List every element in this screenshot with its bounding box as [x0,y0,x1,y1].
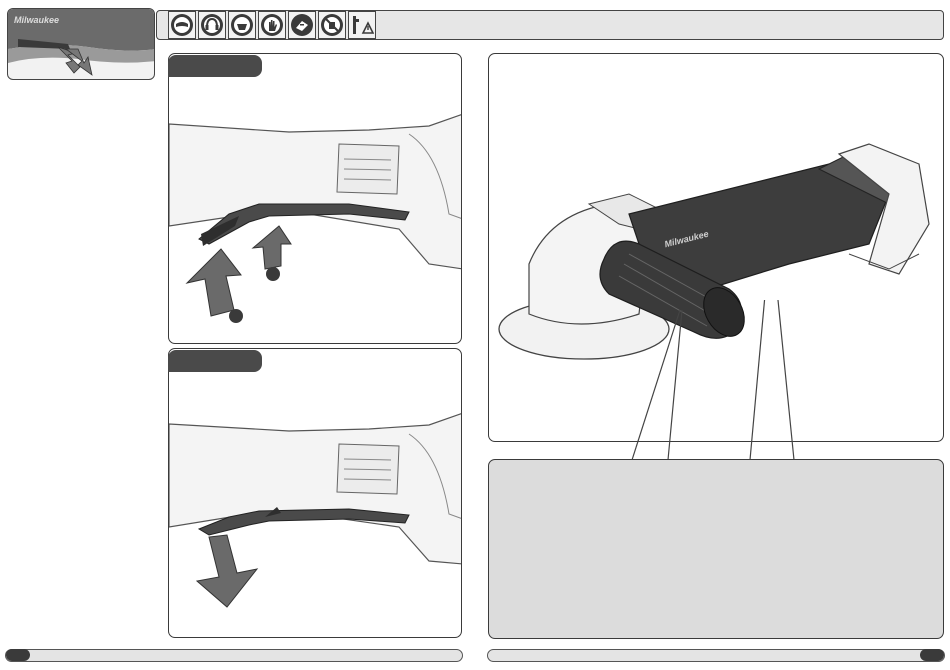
page-number-right [920,649,944,661]
step-label-a [168,55,262,77]
callout-marker-1 [229,309,243,323]
push-arrow-large [185,248,242,317]
callout-lines [631,300,795,461]
read-manual-icon [288,11,316,39]
illustration-panel-a [168,53,462,344]
gloves-icon [258,11,286,39]
grinder-handle-illustration-a [169,114,461,323]
callout-marker-2 [266,267,280,281]
thumbnail-image: Milwaukee [7,8,155,80]
dust-mask-icon [228,11,256,39]
footer-bar-left [5,649,463,662]
footer-bar-right [487,649,945,662]
pull-arrow [195,534,259,608]
step-label-b [168,350,262,372]
brand-logo: Milwaukee [14,15,60,25]
illustration-panel-b [168,348,462,638]
eye-protection-icon [168,11,196,39]
ear-protection-icon [198,11,226,39]
page-number-left [6,649,30,661]
warning-icon [348,11,376,39]
safety-icons-row [168,11,376,39]
note-text [489,460,943,484]
grinder-handle-illustration-b [169,413,461,608]
no-disposal-icon [318,11,346,39]
push-arrow-small [251,225,292,270]
note-box [488,459,944,639]
